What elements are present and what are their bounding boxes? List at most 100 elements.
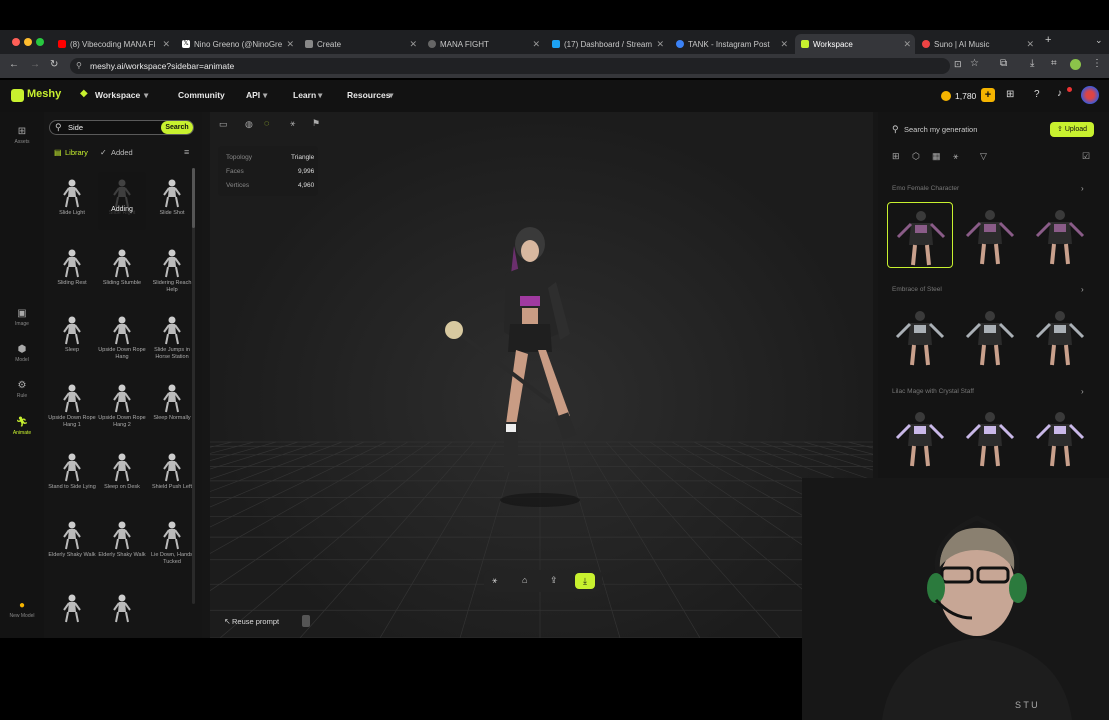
app-logo[interactable]: Meshy xyxy=(27,88,61,100)
extension-puzzle-icon[interactable]: ⌗ xyxy=(1051,58,1057,69)
extensions-icon[interactable]: ⧉ xyxy=(1000,58,1007,69)
grid-view-icon[interactable]: ⊞ xyxy=(892,151,900,162)
browser-tab[interactable]: Create ✕ xyxy=(305,34,417,54)
animation-item[interactable]: Upside Down Rope Hang 1 xyxy=(48,383,96,428)
animation-item[interactable]: Sleep Normally xyxy=(148,383,196,422)
gift-icon[interactable]: ⊞ xyxy=(1006,89,1014,100)
animation-item[interactable]: Sleep xyxy=(48,315,96,354)
rail-item-new-model[interactable]: ● New Model xyxy=(8,600,36,619)
animation-item[interactable] xyxy=(98,593,146,625)
nav-learn[interactable]: Learn xyxy=(293,90,316,100)
rail-item-model[interactable]: ⬢ Model xyxy=(8,344,36,363)
generation-thumbnail[interactable] xyxy=(887,404,953,470)
generation-thumbnail[interactable] xyxy=(887,202,953,268)
animation-item[interactable]: Sliding Rest xyxy=(48,248,96,287)
animate-figure-icon[interactable]: ⚑ xyxy=(312,118,320,129)
animation-item[interactable]: Sleep on Desk xyxy=(98,452,146,491)
tab-library[interactable]: Library xyxy=(65,148,88,157)
rail-item-animate[interactable]: 🏃︎ Animate xyxy=(8,417,36,436)
animation-item[interactable]: Upside Down Rope Hang 2 xyxy=(98,383,146,428)
add-credits-button[interactable]: + xyxy=(981,88,995,102)
user-avatar[interactable] xyxy=(1081,86,1099,104)
pose-icon[interactable]: ⚹ xyxy=(492,575,497,586)
close-window-icon[interactable] xyxy=(12,38,20,46)
download-icon[interactable]: ⤓ xyxy=(1030,58,1034,69)
texture-filter-icon[interactable]: ▦ xyxy=(932,151,941,162)
animation-item[interactable]: Elderly Shaky Walk xyxy=(48,520,96,559)
generation-thumbnail[interactable] xyxy=(1027,404,1093,470)
browser-tab[interactable]: 𝕏 Nino Greeno (@NinoGre ✕ xyxy=(182,34,294,54)
bell-icon[interactable]: ♪ xyxy=(1057,88,1062,99)
animation-item[interactable]: Sliding Stumble xyxy=(98,248,146,287)
profile-avatar[interactable] xyxy=(1070,59,1081,70)
tab-added[interactable]: Added xyxy=(111,148,133,157)
chevron-down-icon[interactable]: ▾ xyxy=(389,90,393,101)
animation-item[interactable]: Slide Light xyxy=(48,178,96,217)
select-icon[interactable]: ☑ xyxy=(1082,151,1090,162)
browser-tab[interactable]: MANA FIGHT ✕ xyxy=(428,34,540,54)
maximize-window-icon[interactable] xyxy=(36,38,44,46)
animation-item[interactable]: Upside Down Rope Hang xyxy=(98,315,146,360)
scrollbar-thumb[interactable] xyxy=(192,168,195,228)
monitor-icon[interactable]: ▭ xyxy=(219,119,228,130)
close-tab-icon[interactable]: ✕ xyxy=(903,39,911,50)
shoe-icon[interactable]: ⌂ xyxy=(522,575,527,585)
browser-tab[interactable]: (8) Vibecoding MANA FI ✕ xyxy=(58,34,170,54)
upload-button[interactable]: ⇪ Upload xyxy=(1050,122,1094,137)
export-icon[interactable]: ⇪ xyxy=(550,575,558,586)
close-tab-icon[interactable]: ✕ xyxy=(532,39,540,50)
browser-tab-active[interactable]: Workspace ✕ xyxy=(795,34,915,54)
new-tab-button[interactable]: + xyxy=(1045,34,1051,46)
chevron-right-icon[interactable]: › xyxy=(1081,285,1084,294)
bookmark-star-icon[interactable]: ☆ xyxy=(970,58,979,69)
list-menu-icon[interactable]: ≡ xyxy=(184,147,189,157)
rail-item-assets[interactable]: ⊞ Assets xyxy=(8,126,36,145)
back-arrow-icon[interactable]: ← xyxy=(9,59,19,70)
animation-item[interactable]: Lie Down, Hands Tucked xyxy=(148,520,196,565)
model-thumbnail[interactable] xyxy=(302,615,310,627)
nav-resources[interactable]: Resources xyxy=(347,90,390,100)
animation-item[interactable]: Slidering Reach Help xyxy=(148,248,196,293)
forward-arrow-icon[interactable]: → xyxy=(30,59,40,70)
close-tab-icon[interactable]: ✕ xyxy=(1026,39,1034,50)
nav-workspace[interactable]: Workspace xyxy=(95,90,140,100)
browser-tab[interactable]: (17) Dashboard / Stream ✕ xyxy=(552,34,664,54)
minimize-window-icon[interactable] xyxy=(24,38,32,46)
library-scrollbar[interactable] xyxy=(192,168,195,604)
reload-icon[interactable]: ↻ xyxy=(50,59,58,70)
close-tab-icon[interactable]: ✕ xyxy=(780,39,788,50)
browser-menu-icon[interactable]: ⋮ xyxy=(1092,58,1102,69)
search-button[interactable]: Search xyxy=(161,121,193,134)
help-icon[interactable]: ? xyxy=(1034,89,1040,100)
generation-search-input[interactable]: Search my generation xyxy=(904,125,977,134)
generation-thumbnail[interactable] xyxy=(1027,303,1093,369)
filter-icon[interactable]: ▽ xyxy=(980,151,987,162)
section-title[interactable]: Emo Female Character xyxy=(892,185,959,192)
rail-item-rule[interactable]: ⚙ Rule xyxy=(8,380,36,399)
rig-filter-icon[interactable]: ⚹ xyxy=(953,151,958,162)
cube-icon[interactable]: ⬡ xyxy=(912,151,920,162)
chevron-down-icon[interactable]: ▾ xyxy=(144,90,148,101)
generation-thumbnail[interactable] xyxy=(957,202,1023,268)
close-tab-icon[interactable]: ✕ xyxy=(656,39,664,50)
download-button[interactable]: ⤓ xyxy=(575,573,595,589)
section-title[interactable]: Lilac Mage with Crystal Staff xyxy=(892,388,974,395)
close-tab-icon[interactable]: ✕ xyxy=(162,39,170,50)
reuse-prompt-button[interactable]: Reuse prompt xyxy=(232,617,279,626)
chevron-down-icon[interactable]: ▾ xyxy=(318,90,322,101)
close-tab-icon[interactable]: ✕ xyxy=(409,39,417,50)
animation-item[interactable]: Slide Jumps in Horse Station xyxy=(148,315,196,360)
site-info-icon[interactable]: ⚲ xyxy=(76,58,82,74)
refresh-texture-icon[interactable]: ◌ xyxy=(264,118,269,128)
tab-list-chevron-icon[interactable]: ⌄ xyxy=(1095,35,1103,46)
animation-item[interactable]: Slide Shot xyxy=(148,178,196,217)
rig-figure-icon[interactable]: ⚹ xyxy=(290,118,295,129)
3d-viewport[interactable]: Topology Triangle Faces 9,996 Vertices 4… xyxy=(210,112,873,638)
nav-community[interactable]: Community xyxy=(178,90,225,100)
generation-thumbnail[interactable] xyxy=(1027,202,1093,268)
animation-item[interactable] xyxy=(48,593,96,625)
generation-thumbnail[interactable] xyxy=(957,404,1023,470)
chevron-right-icon[interactable]: › xyxy=(1081,387,1084,396)
section-title[interactable]: Embrace of Steel xyxy=(892,286,942,293)
browser-tab[interactable]: Suno | AI Music ✕ xyxy=(922,34,1034,54)
